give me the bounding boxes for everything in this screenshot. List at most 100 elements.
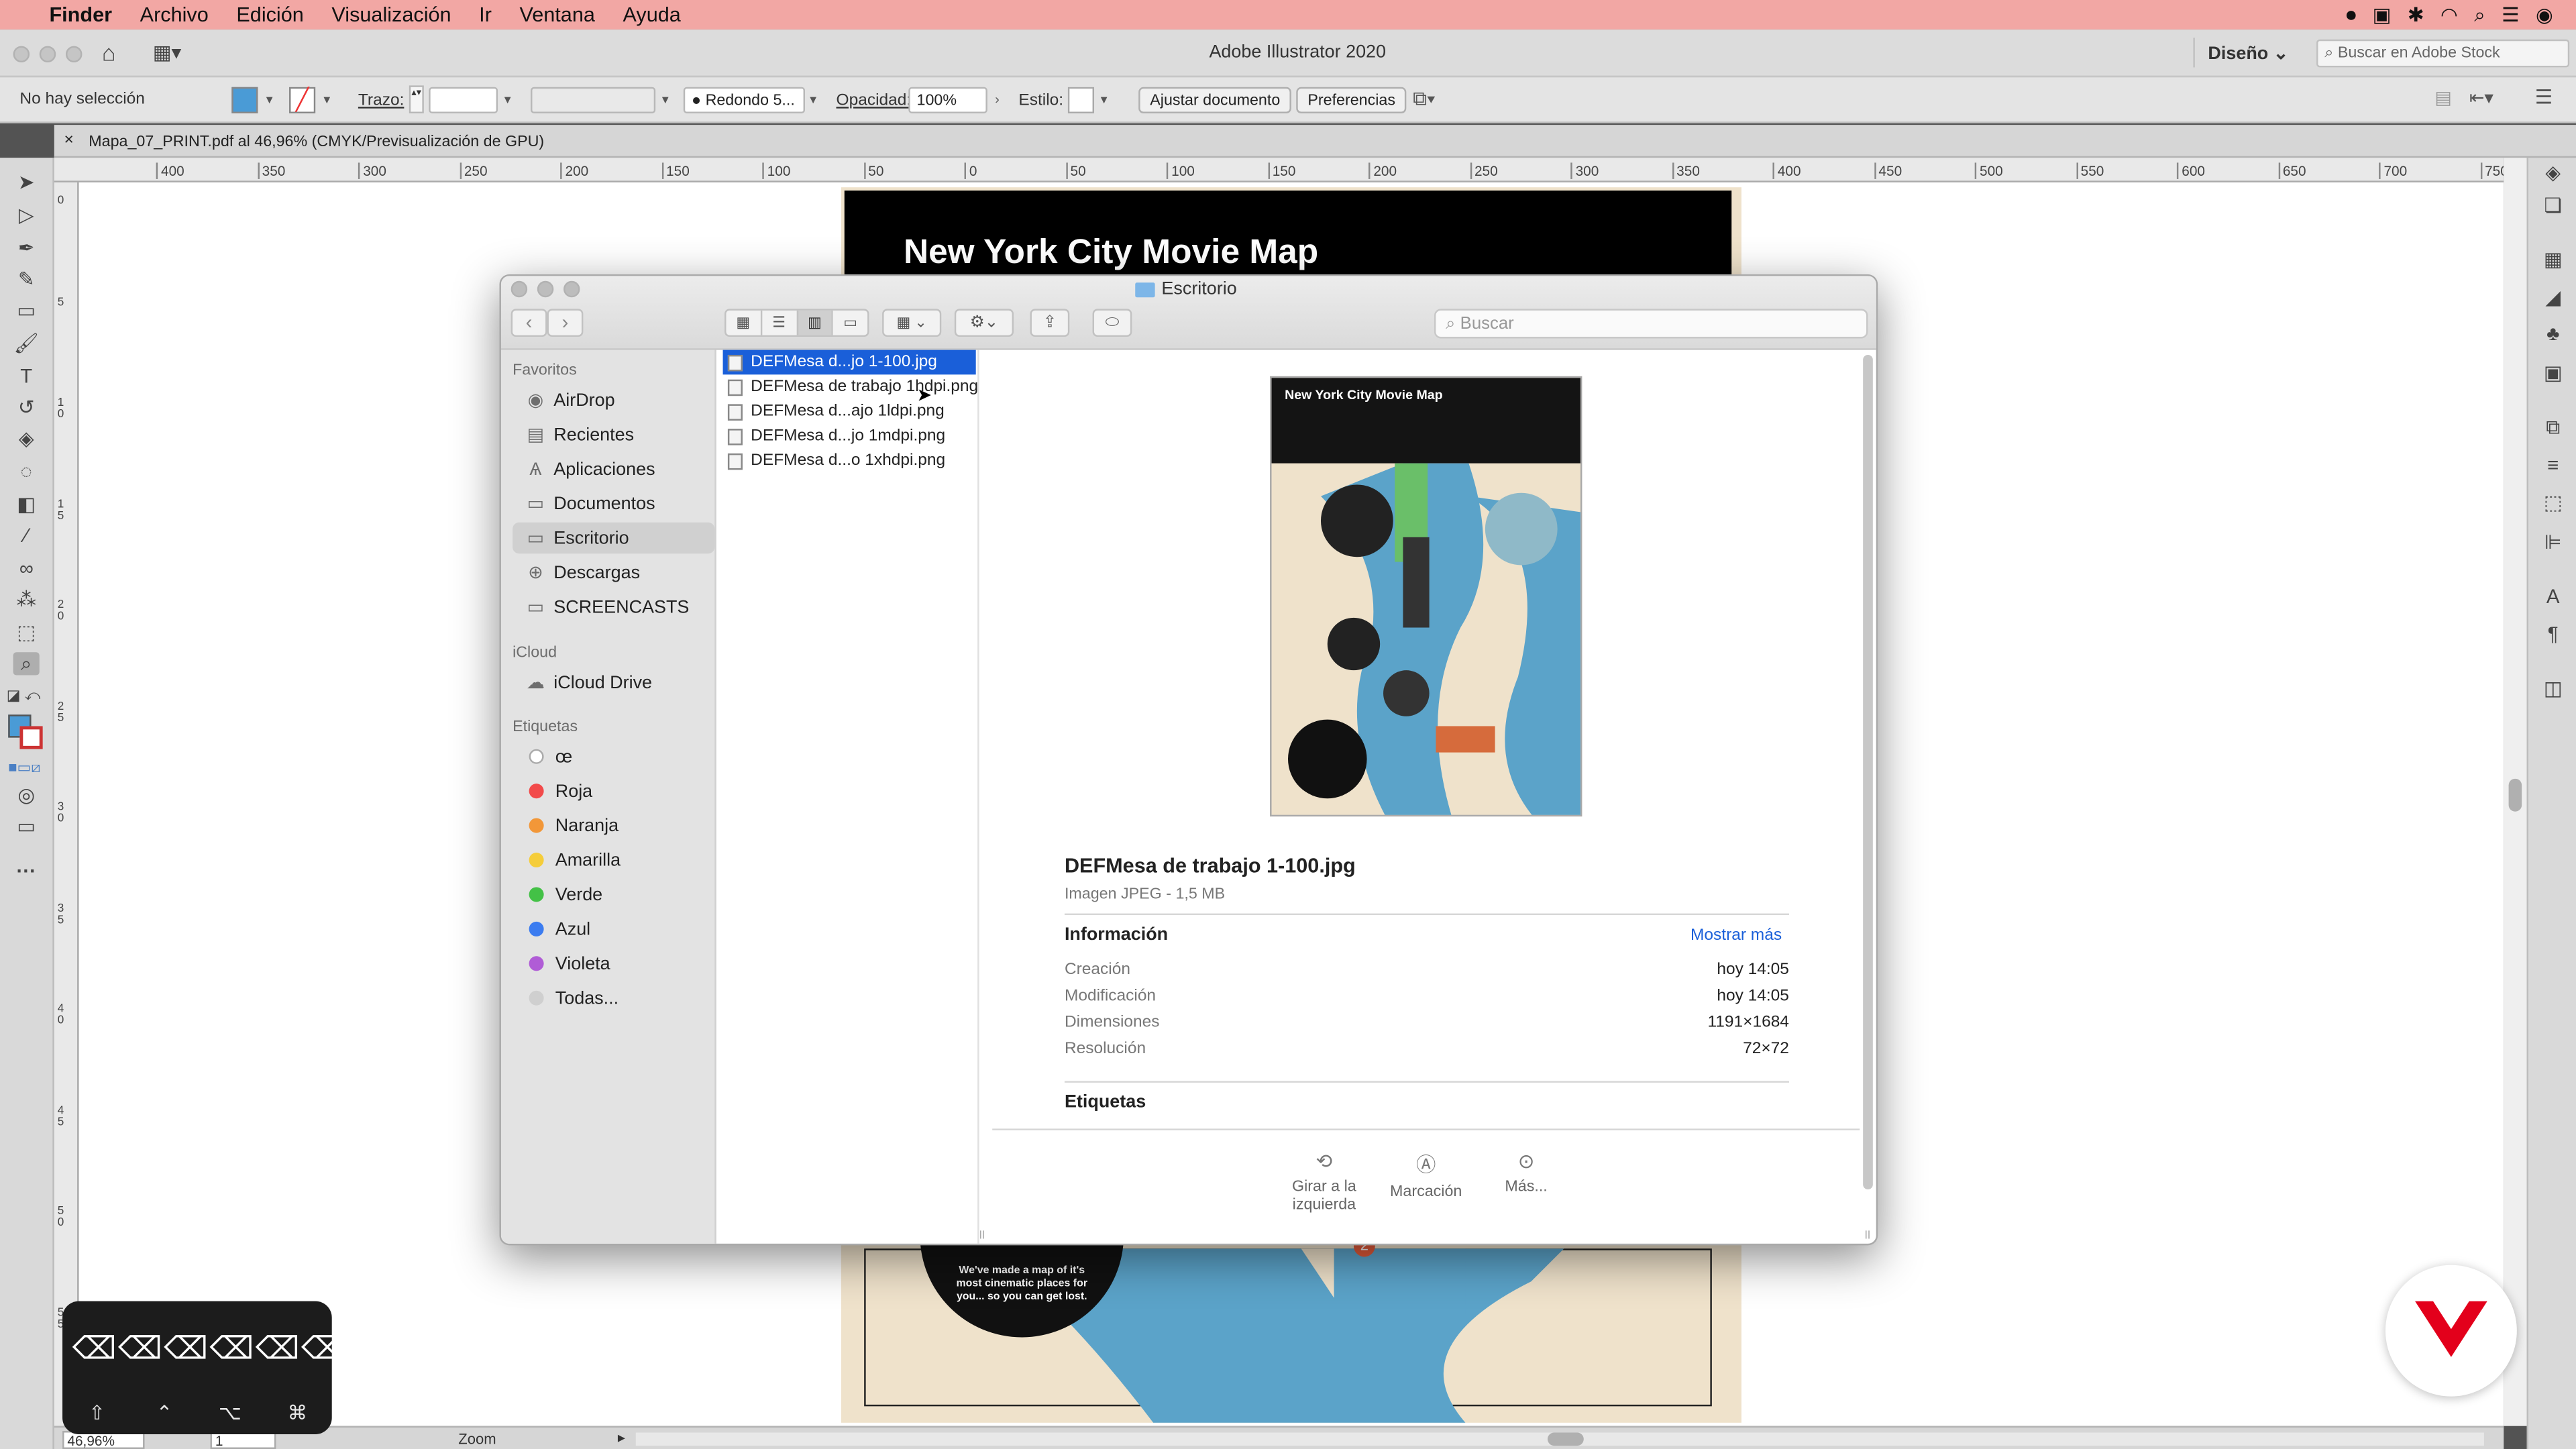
gradient-tool-icon[interactable]: ◧: [13, 493, 40, 516]
variable-width-field[interactable]: [531, 87, 656, 113]
show-more-link[interactable]: Mostrar más: [1690, 926, 1782, 945]
sidebar-tag-azul[interactable]: Azul: [513, 914, 714, 945]
rectangle-tool-icon[interactable]: ▭: [13, 299, 40, 322]
artboard-tool-icon[interactable]: ⬚: [13, 621, 40, 644]
sidebar-tag-violeta[interactable]: Violeta: [513, 948, 714, 979]
sidebar-tag-todas[interactable]: Todas...: [513, 982, 714, 1014]
fill-swatch[interactable]: [231, 87, 258, 113]
menu-ir[interactable]: Ir: [479, 3, 492, 26]
more-tools-icon[interactable]: ···: [13, 859, 40, 882]
finder-minimize-button[interactable]: [537, 280, 554, 298]
symbol-sprayer-tool-icon[interactable]: ⁂: [13, 588, 40, 611]
sidebar-item-screencasts[interactable]: ▭ SCREENCASTS: [513, 592, 714, 623]
stroke-color-icon[interactable]: [19, 726, 43, 749]
stroke-panel-icon[interactable]: ≡: [2540, 453, 2566, 476]
minimize-window-button[interactable]: [39, 46, 56, 63]
fit-document-button[interactable]: Ajustar documento: [1138, 87, 1292, 113]
style-swatch[interactable]: [1067, 87, 1095, 113]
sidebar-item-aplicaciones[interactable]: Ѧ Aplicaciones: [513, 453, 714, 485]
blend-tool-icon[interactable]: ∞: [13, 557, 40, 580]
finder-close-button[interactable]: [511, 280, 528, 298]
file-row[interactable]: DEFMesa de trabajo 1hdpi.png: [723, 374, 996, 399]
siri-icon[interactable]: ◉: [2536, 3, 2553, 26]
menu-ventana[interactable]: Ventana: [520, 3, 595, 26]
column-divider[interactable]: [977, 350, 979, 1244]
menu-archivo[interactable]: Archivo: [140, 3, 209, 26]
arrange-documents-icon[interactable]: ▦▾: [153, 41, 182, 64]
file-row[interactable]: DEFMesa d...o 1xhdpi.png: [723, 449, 976, 474]
file-row[interactable]: DEFMesa d...ajo 1ldpi.png: [723, 399, 976, 424]
preferences-button[interactable]: Preferencias: [1296, 87, 1407, 113]
tag-icon[interactable]: ⬭: [1092, 309, 1132, 337]
pen-tool-icon[interactable]: ✒: [13, 237, 40, 260]
vertical-ruler[interactable]: 051 01 52 02 53 03 54 04 55 05 5: [54, 182, 79, 1426]
close-window-button[interactable]: [13, 46, 30, 63]
sidebar-item-documentos[interactable]: ▭ Documentos: [513, 488, 714, 519]
home-icon[interactable]: ⌂: [102, 40, 116, 66]
opacity-field[interactable]: 100%: [908, 87, 987, 113]
paragraph-panel-icon[interactable]: ¶: [2540, 623, 2566, 645]
variable-width-dropdown[interactable]: ▾: [657, 87, 674, 113]
bluetooth-icon[interactable]: ✱: [2408, 3, 2424, 26]
align-icon[interactable]: ▤: [2434, 87, 2451, 108]
gradient-panel-icon[interactable]: ▣: [2540, 362, 2566, 384]
appearance-panel-icon[interactable]: ⧉: [2540, 416, 2566, 439]
record-icon[interactable]: ⏺: [2346, 3, 2356, 28]
finder-search-field[interactable]: ⌕ Buscar: [1434, 309, 1868, 339]
stroke-label[interactable]: Trazo:: [358, 92, 404, 110]
document-tab[interactable]: × Mapa_07_PRINT.pdf al 46,96% (CMYK/Prev…: [54, 125, 2576, 158]
transform-icon[interactable]: ⇤▾: [2469, 87, 2493, 108]
transform-panel-icon[interactable]: ⬚: [2540, 491, 2566, 514]
canvas-vertical-scrollbar[interactable]: [2504, 158, 2527, 1426]
rotate-tool-icon[interactable]: ↺: [13, 396, 40, 419]
selection-tool-icon[interactable]: ➤: [13, 171, 40, 194]
column-resize-handle[interactable]: ॥: [1863, 1226, 1871, 1244]
forward-button[interactable]: ›: [547, 309, 584, 337]
color-mode-icons[interactable]: ■▭⧄: [8, 759, 40, 777]
sidebar-tag-verde[interactable]: Verde: [513, 879, 714, 910]
markup-button[interactable]: Ⓐ Marcación: [1377, 1150, 1475, 1201]
character-panel-icon[interactable]: A: [2540, 585, 2566, 608]
curvature-tool-icon[interactable]: ✎: [13, 268, 40, 290]
style-dropdown[interactable]: ▾: [1095, 87, 1112, 113]
close-tab-icon[interactable]: ×: [64, 131, 74, 150]
file-row[interactable]: DEFMesa d...jo 1mdpi.png: [723, 424, 976, 449]
stroke-swatch[interactable]: ╱: [289, 87, 316, 113]
finder-window[interactable]: Escritorio ‹ › ▦ ☰ ▥ ▭ ▦ ⌄ ⚙⌄ ⇪ ⬭ ⌕ Busc…: [499, 274, 1878, 1246]
adobe-stock-search[interactable]: ⌕ Buscar en Adobe Stock: [2316, 39, 2570, 68]
stroke-dropdown[interactable]: ▾: [319, 87, 335, 113]
scroll-thumb[interactable]: [2508, 778, 2522, 812]
rotate-left-button[interactable]: ⟲ Girar a la izquierda: [1275, 1150, 1373, 1214]
gallery-view-button[interactable]: ▭: [831, 310, 867, 335]
sidebar-tag-naranja[interactable]: Naranja: [513, 810, 714, 841]
sidebar-item-airdrop[interactable]: ◉ AirDrop: [513, 384, 714, 416]
status-menu-arrow[interactable]: ▸: [618, 1430, 625, 1448]
workspace-switcher[interactable]: Diseño ⌄: [2193, 38, 2302, 68]
back-button[interactable]: ‹: [511, 309, 547, 337]
scroll-thumb[interactable]: [1547, 1432, 1584, 1446]
action-gear-icon[interactable]: ⚙⌄: [954, 309, 1014, 337]
eraser-tool-icon[interactable]: ◈: [13, 427, 40, 450]
file-row[interactable]: DEFMesa d...jo 1-100.jpg: [722, 350, 976, 375]
sidebar-item-escritorio[interactable]: ▭ Escritorio: [513, 522, 715, 554]
group-by-button[interactable]: ▦ ⌄: [882, 309, 942, 337]
opacity-arrow[interactable]: ›: [989, 87, 1005, 113]
sidebar-item-icloud-drive[interactable]: ☁ iCloud Drive: [513, 667, 714, 698]
icon-view-button[interactable]: ▦: [726, 311, 760, 335]
finder-zoom-button[interactable]: [564, 280, 580, 298]
sidebar-tag-oe[interactable]: œ: [513, 741, 714, 772]
paintbrush-tool-icon[interactable]: 🖌: [13, 332, 40, 355]
sidebar-tag-roja[interactable]: Roja: [513, 775, 714, 807]
zoom-window-button[interactable]: [65, 46, 83, 63]
swatches-panel-icon[interactable]: ▦: [2540, 248, 2566, 271]
wifi-icon[interactable]: ◠: [2440, 3, 2458, 26]
sidebar-item-recientes[interactable]: ▤ Recientes: [513, 419, 714, 450]
menu-app-finder[interactable]: Finder: [49, 3, 112, 26]
brushes-panel-icon[interactable]: ◢: [2540, 286, 2566, 309]
screen-mode-icon[interactable]: ▭: [13, 815, 40, 838]
eyedropper-tool-icon[interactable]: ⁄: [13, 524, 40, 547]
sidebar-tag-amarilla[interactable]: Amarilla: [513, 845, 714, 876]
brush-dropdown[interactable]: ▾: [805, 87, 821, 113]
direct-selection-tool-icon[interactable]: ▷: [13, 204, 40, 227]
menu-visualizacion[interactable]: Visualización: [331, 3, 451, 26]
